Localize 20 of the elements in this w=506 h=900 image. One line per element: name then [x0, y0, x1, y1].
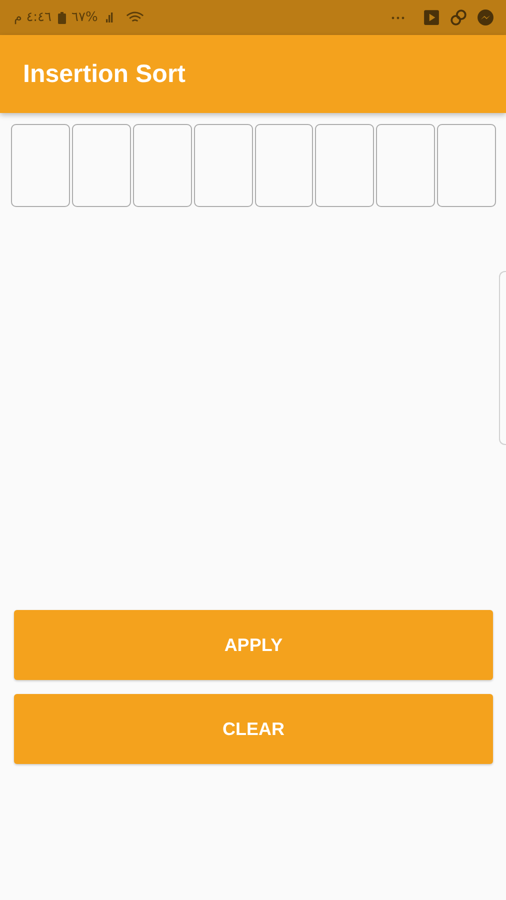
- action-button[interactable]: CLEAR: [14, 694, 493, 764]
- array-cell[interactable]: [315, 124, 374, 207]
- clock: ٤:٤٦ م: [14, 10, 52, 25]
- side-handle[interactable]: [499, 271, 506, 445]
- array-cell[interactable]: [72, 124, 131, 207]
- play-icon: [423, 9, 440, 26]
- array-cell[interactable]: [437, 124, 496, 207]
- battery-icon: [58, 12, 66, 24]
- array-cell[interactable]: [132, 124, 192, 207]
- app-title: Insertion Sort: [23, 60, 186, 88]
- link-icon: [450, 9, 467, 26]
- action-button[interactable]: APPLY: [14, 610, 493, 680]
- array-cell[interactable]: [194, 124, 252, 207]
- array-cell[interactable]: [376, 124, 436, 207]
- array-cell[interactable]: [254, 124, 314, 207]
- battery-percent: %٦٧: [72, 10, 98, 25]
- wifi-icon: [126, 11, 144, 24]
- messenger-icon: [477, 9, 494, 26]
- array-cell[interactable]: [11, 124, 70, 207]
- more-icon: [391, 16, 405, 20]
